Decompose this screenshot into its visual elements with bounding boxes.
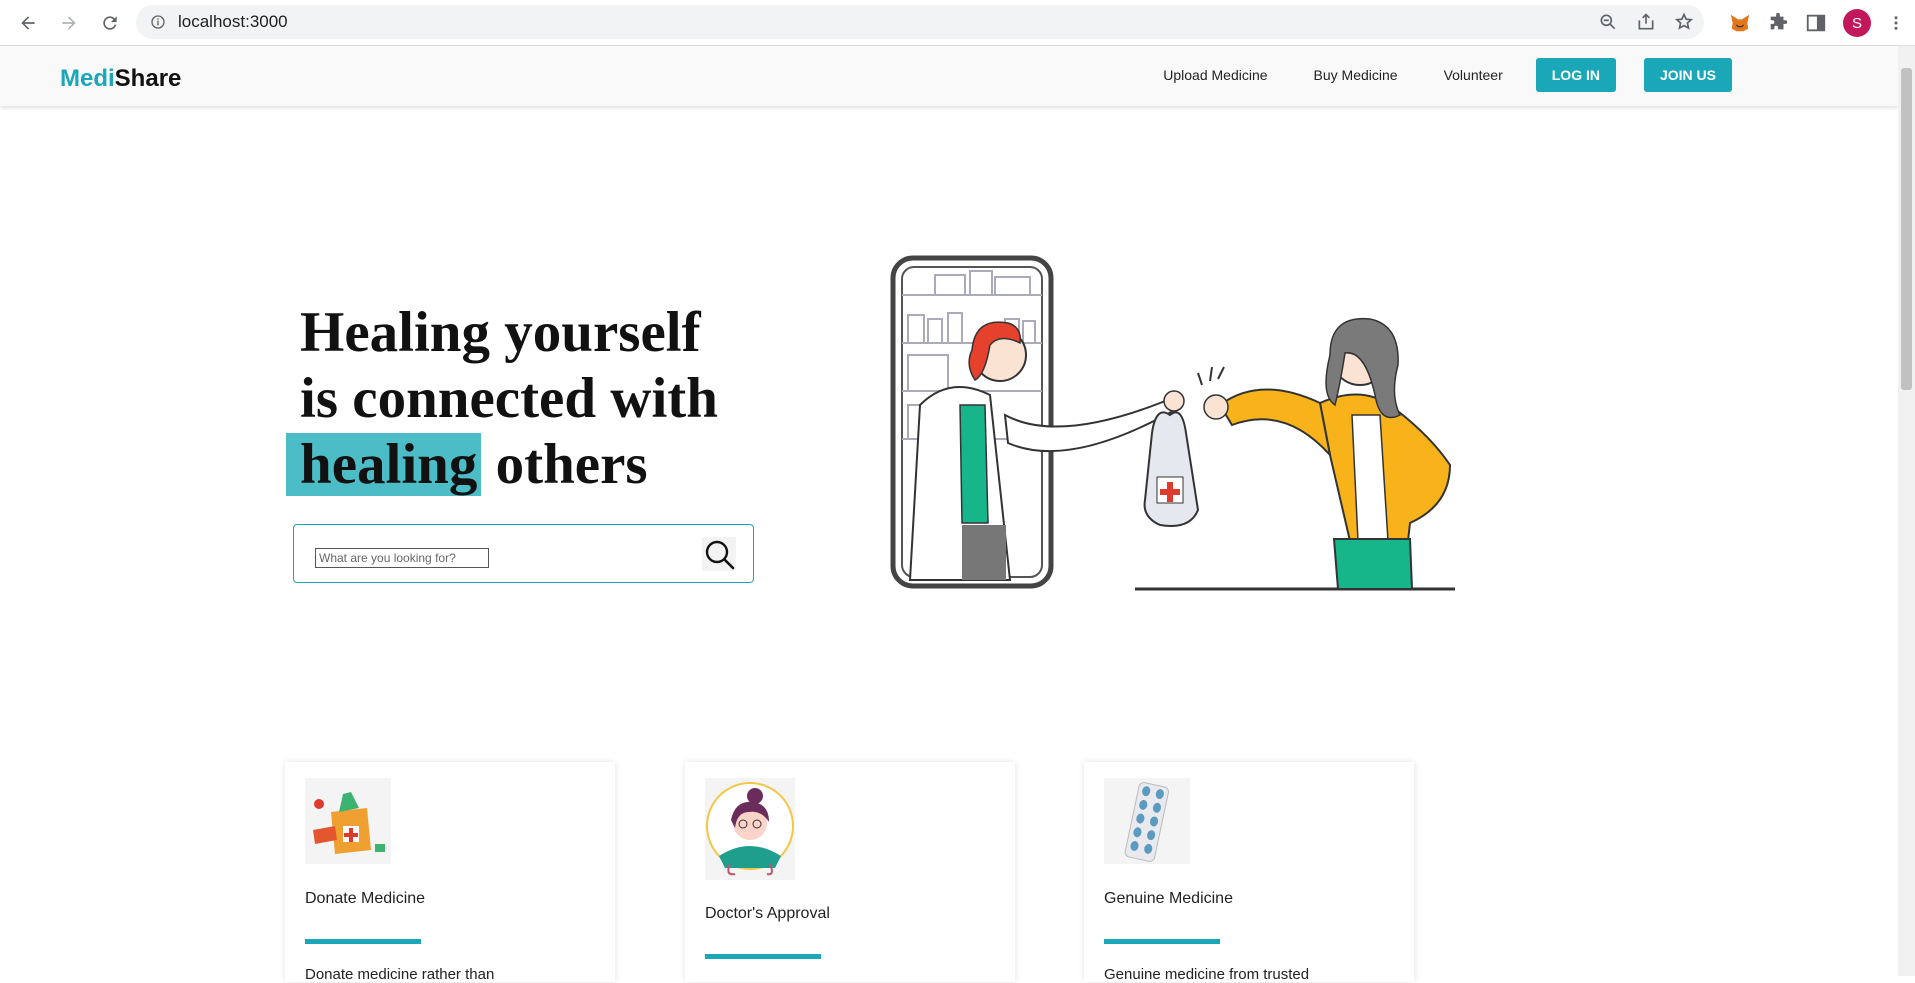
main-nav: Upload Medicine Buy Medicine Volunteer L… xyxy=(1163,58,1732,92)
join-us-button[interactable]: JOIN US xyxy=(1643,58,1732,92)
logo-part2[interactable]: Share xyxy=(115,65,182,92)
page-scrollbar[interactable] xyxy=(1898,46,1915,976)
hero-heading: Healing yourself is connected with heali… xyxy=(286,300,718,498)
address-bar[interactable]: localhost:3000 xyxy=(136,5,1704,39)
hero-line-3-rest: others xyxy=(481,433,648,496)
menu-kebab-icon[interactable] xyxy=(1887,12,1905,34)
share-icon[interactable] xyxy=(1636,12,1656,32)
card-title: Donate Medicine xyxy=(305,890,426,907)
nav-buy-medicine[interactable]: Buy Medicine xyxy=(1314,67,1398,83)
site-header: MediShare Upload Medicine Buy Medicine V… xyxy=(0,46,1898,106)
url-text[interactable]: localhost:3000 xyxy=(178,12,288,32)
donate-bag-icon xyxy=(305,778,391,864)
pharmacist-illustration xyxy=(890,255,1455,591)
card-accent-bar xyxy=(705,954,821,959)
hero-line-2: is connected with xyxy=(300,367,718,430)
search-box xyxy=(293,524,754,583)
card-description: Donate medicine rather than xyxy=(305,966,495,983)
search-icon[interactable] xyxy=(702,537,736,571)
browser-toolbar: localhost:3000 S xyxy=(0,0,1915,46)
hero-line-3: healing others xyxy=(286,432,718,498)
reload-icon[interactable] xyxy=(90,3,130,43)
card-accent-bar xyxy=(1104,939,1220,944)
pill-blister-icon xyxy=(1104,778,1190,864)
logo-part1[interactable]: Medi xyxy=(60,65,115,92)
profile-avatar[interactable]: S xyxy=(1843,9,1871,37)
card-title: Doctor's Approval xyxy=(705,905,830,922)
bookmark-star-icon[interactable] xyxy=(1674,12,1694,32)
card-title: Genuine Medicine xyxy=(1104,890,1233,907)
card-doctors-approval[interactable]: Doctor's Approval xyxy=(685,762,1015,982)
extensions-puzzle-icon[interactable] xyxy=(1767,12,1789,34)
doctor-avatar-icon xyxy=(705,778,795,880)
side-panel-icon[interactable] xyxy=(1805,12,1827,34)
card-description: Genuine medicine from trusted xyxy=(1104,966,1310,983)
card-accent-bar xyxy=(305,939,421,944)
hero-line-1: Healing yourself xyxy=(300,301,701,364)
card-donate-medicine[interactable]: Donate Medicine Donate medicine rather t… xyxy=(285,762,615,983)
site-info-icon[interactable] xyxy=(150,14,166,30)
back-icon[interactable] xyxy=(8,3,48,43)
fox-extension-icon[interactable] xyxy=(1729,12,1751,34)
scrollbar-thumb[interactable] xyxy=(1901,68,1912,390)
hero-highlight-word: healing xyxy=(286,433,482,496)
zoom-icon[interactable] xyxy=(1598,12,1618,32)
forward-icon[interactable] xyxy=(49,3,89,43)
nav-volunteer[interactable]: Volunteer xyxy=(1444,67,1503,83)
site-logo[interactable]: MediShare xyxy=(60,65,181,93)
login-button[interactable]: LOG IN xyxy=(1535,58,1616,92)
search-input[interactable] xyxy=(315,548,489,568)
card-genuine-medicine[interactable]: Genuine Medicine Genuine medicine from t… xyxy=(1084,762,1414,983)
nav-upload-medicine[interactable]: Upload Medicine xyxy=(1163,67,1267,83)
